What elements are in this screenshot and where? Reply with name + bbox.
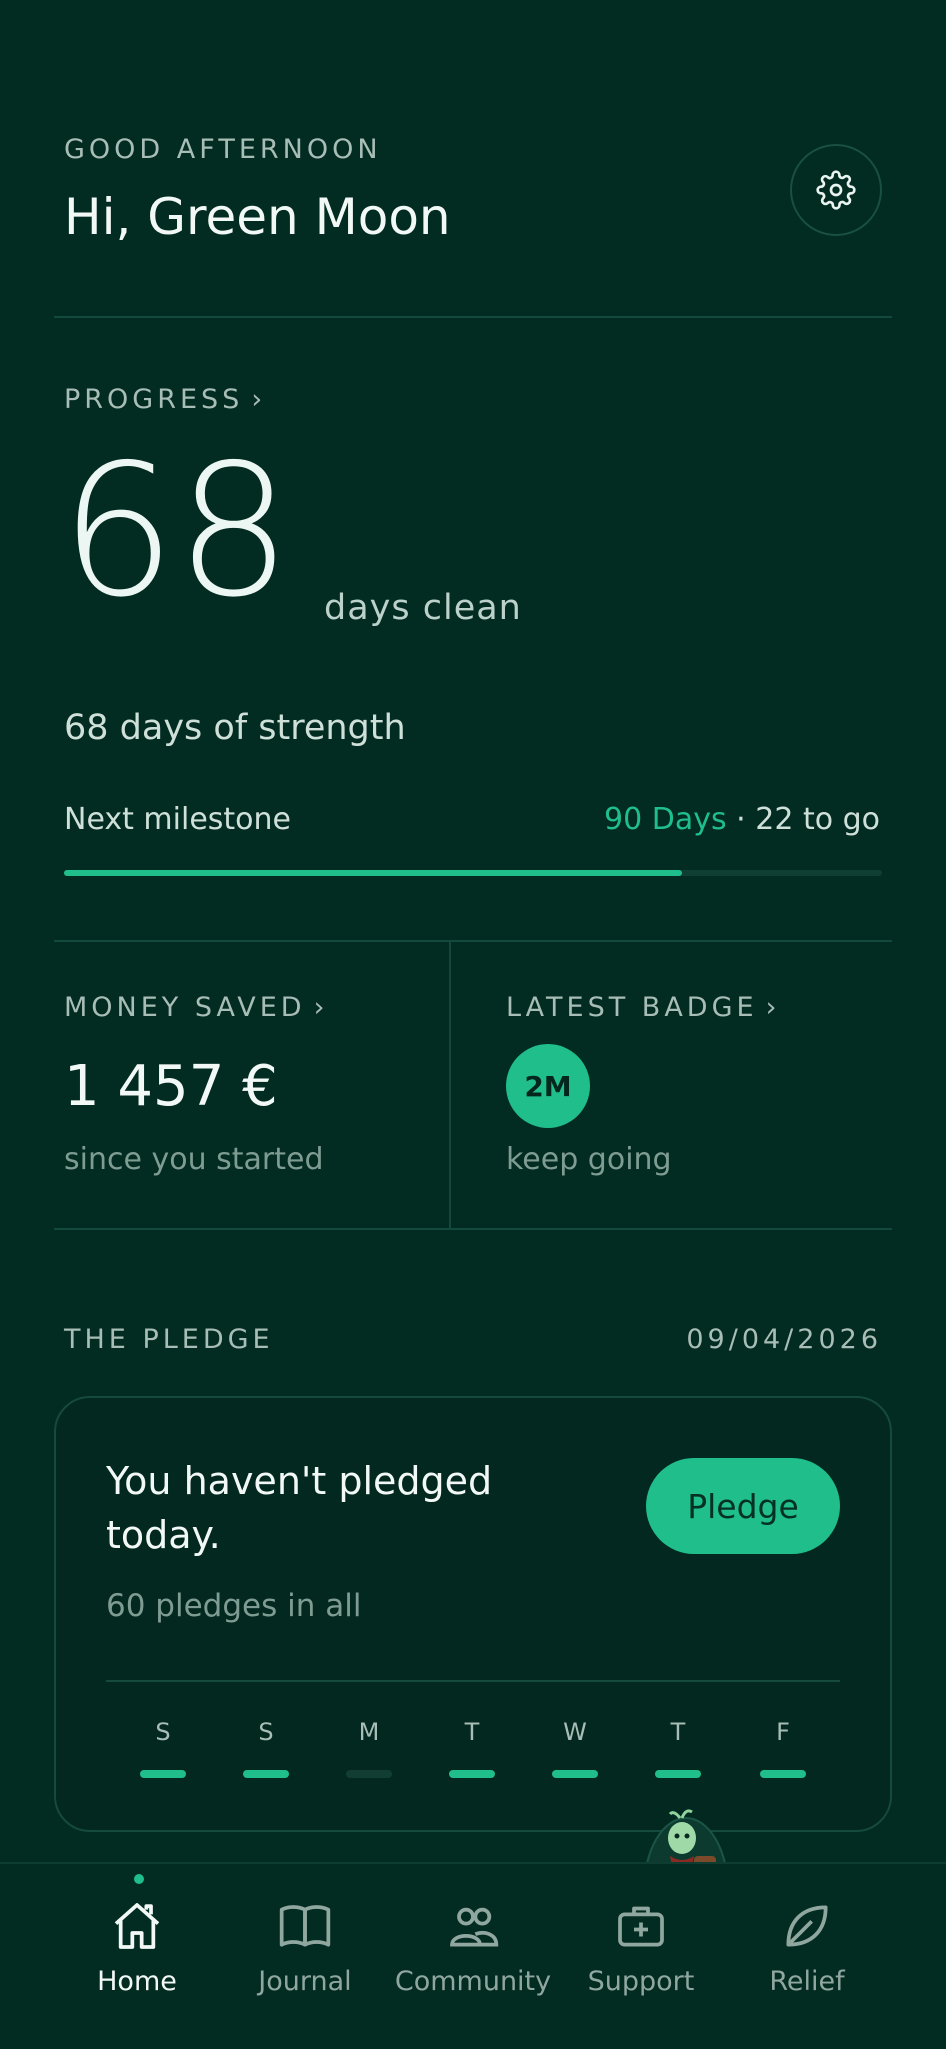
active-tab-indicator	[134, 1874, 144, 1884]
nav-support-label: Support	[587, 1966, 695, 1997]
badge-subtitle: keep going	[506, 1142, 672, 1177]
pledge-day-indicator	[449, 1770, 495, 1778]
first-aid-icon	[618, 1906, 664, 1947]
pledge-day-indicator	[655, 1770, 701, 1778]
badge-icon[interactable]: 2M	[506, 1044, 590, 1128]
pledge-day-letter: S	[258, 1718, 274, 1746]
pledge-day-letter: F	[776, 1718, 790, 1746]
stats-divider	[54, 1228, 892, 1230]
money-saved-label: MONEY SAVED	[64, 992, 306, 1023]
pledge-day-letter: W	[563, 1718, 587, 1746]
chevron-right-icon: ›	[251, 384, 267, 415]
pledge-date: 09/04/2026	[686, 1324, 882, 1355]
greeting-text: GOOD AFTERNOON	[64, 134, 382, 165]
pledge-day-indicator	[552, 1770, 598, 1778]
pledge-day-indicator	[760, 1770, 806, 1778]
milestone-target: 90 Days	[604, 802, 727, 837]
nav-community-label: Community	[394, 1966, 552, 1997]
progress-link[interactable]: PROGRESS ›	[64, 384, 266, 415]
pledge-day-indicator	[346, 1770, 392, 1778]
pledge-status-title: You haven't pledged today.	[106, 1459, 493, 1557]
nav-home[interactable]: Home	[52, 1898, 222, 1997]
pledge-day-letter: T	[670, 1718, 686, 1746]
money-saved-link[interactable]: MONEY SAVED ›	[64, 992, 328, 1023]
nav-relief-label: Relief	[769, 1966, 845, 1997]
milestone-progress-bar	[64, 870, 882, 876]
pledge-day-letter: M	[358, 1718, 380, 1746]
progress-divider	[54, 940, 892, 942]
money-saved-subtitle: since you started	[64, 1142, 324, 1177]
nav-community[interactable]: Community	[388, 1898, 558, 1997]
milestone-progress-fill	[64, 870, 683, 876]
chevron-right-icon: ›	[313, 992, 329, 1023]
gear-icon	[816, 170, 856, 210]
stats-vertical-divider	[449, 942, 451, 1228]
pledge-day-letter: T	[464, 1718, 480, 1746]
latest-badge-link[interactable]: LATEST BADGE ›	[506, 992, 780, 1023]
milestone-separator: ·	[726, 802, 756, 837]
pledge-button[interactable]: Pledge	[646, 1458, 840, 1554]
header-divider	[54, 316, 892, 318]
book-icon	[279, 1905, 331, 1947]
milestone-info: 90 Days · 22 to go	[604, 802, 880, 837]
user-greeting-name: Hi, Green Moon	[64, 188, 451, 246]
nav-support[interactable]: Support	[556, 1898, 726, 1997]
chevron-right-icon: ›	[765, 992, 781, 1023]
nav-journal-label: Journal	[258, 1966, 352, 1997]
nav-journal[interactable]: Journal	[220, 1898, 390, 1997]
home-icon	[114, 1903, 160, 1949]
leaf-icon	[786, 1905, 828, 1947]
pledge-section-label: THE PLEDGE	[64, 1324, 274, 1355]
strength-subtitle: 68 days of strength	[64, 708, 406, 748]
next-milestone-label: Next milestone	[64, 802, 291, 837]
settings-button[interactable]	[790, 144, 882, 236]
money-saved-value: 1 457 €	[64, 1054, 278, 1119]
days-clean-label: days clean	[324, 588, 522, 628]
days-count: 68	[60, 425, 292, 637]
nav-relief[interactable]: Relief	[722, 1898, 892, 1997]
progress-label: PROGRESS	[64, 384, 244, 415]
pledge-card-divider	[106, 1680, 840, 1682]
pledge-day-letter: S	[155, 1718, 171, 1746]
latest-badge-label: LATEST BADGE	[506, 992, 758, 1023]
pledge-count: 60 pledges in all	[106, 1588, 362, 1624]
nav-home-label: Home	[97, 1966, 177, 1997]
pledge-day-indicator	[243, 1770, 289, 1778]
milestone-remaining: 22 to go	[755, 802, 880, 837]
pledge-day-indicator	[140, 1770, 186, 1778]
people-icon	[450, 1907, 499, 1947]
